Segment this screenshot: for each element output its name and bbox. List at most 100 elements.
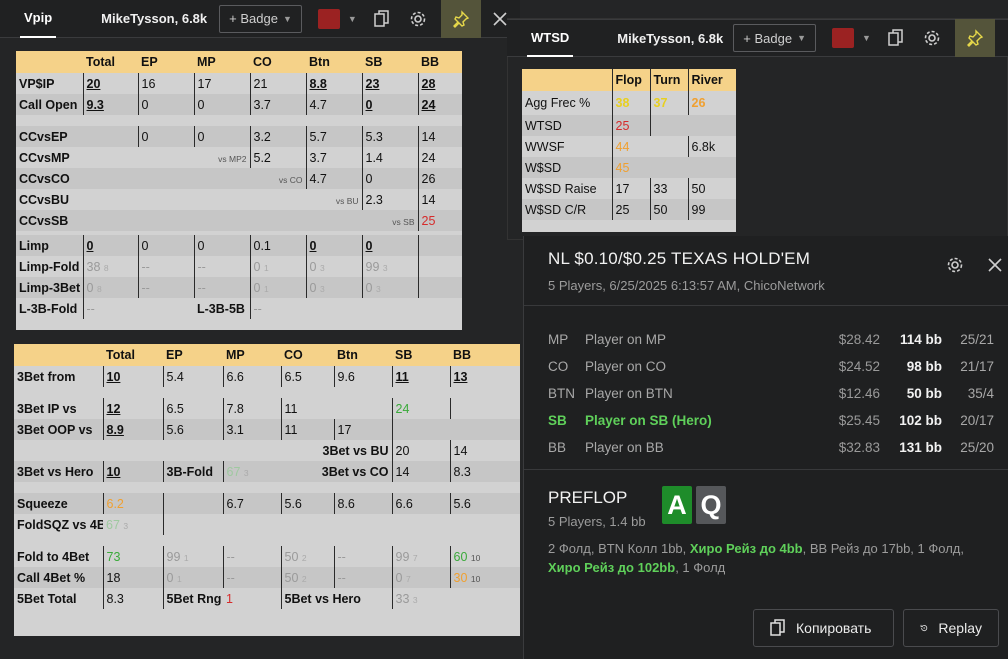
- stat-cell[interactable]: 0: [361, 235, 418, 256]
- stat-cell[interactable]: 6.6: [391, 493, 450, 514]
- color-picker[interactable]: ▼: [317, 8, 357, 29]
- stat-cell[interactable]: 3.7: [305, 147, 362, 168]
- stat-cell[interactable]: 5.7: [305, 126, 362, 147]
- stat-cell[interactable]: 3.2: [249, 126, 306, 147]
- stat-cell[interactable]: 17: [333, 419, 392, 440]
- stat-cell[interactable]: 0: [305, 235, 362, 256]
- stat-cell[interactable]: 5.6: [162, 419, 223, 440]
- stat-cell[interactable]: 14: [417, 126, 462, 147]
- stat-cell[interactable]: 50: [649, 199, 688, 220]
- gear-icon[interactable]: [405, 6, 431, 32]
- stat-cell[interactable]: 6.8k: [687, 136, 736, 157]
- stat-cell[interactable]: 28: [417, 73, 462, 94]
- stat-cell[interactable]: --: [222, 546, 281, 567]
- stat-cell[interactable]: 99: [687, 199, 736, 220]
- stat-cell[interactable]: 67 3: [103, 514, 163, 535]
- stat-cell[interactable]: --: [82, 298, 138, 319]
- stat-cell[interactable]: 10: [102, 366, 163, 387]
- stat-cell[interactable]: 4.7: [305, 168, 362, 189]
- stat-cell[interactable]: 12: [102, 398, 163, 419]
- stat-cell[interactable]: 3.7: [249, 94, 306, 115]
- stat-cell[interactable]: 8.9: [102, 419, 163, 440]
- stat-cell[interactable]: 16: [137, 73, 194, 94]
- stat-cell[interactable]: 18: [102, 567, 163, 588]
- stat-cell[interactable]: 30 10: [449, 567, 520, 588]
- stat-cell[interactable]: 0 1: [162, 567, 223, 588]
- stat-cell[interactable]: 0 1: [249, 277, 306, 298]
- player-row[interactable]: BB Player on BB $32.83 131 bb 25/20: [548, 434, 994, 461]
- replay-button[interactable]: Replay: [903, 609, 999, 647]
- stat-cell[interactable]: 33: [649, 178, 688, 199]
- stat-cell[interactable]: 38: [611, 91, 650, 115]
- stat-cell[interactable]: --: [222, 567, 281, 588]
- stat-cell[interactable]: 0: [361, 168, 418, 189]
- stat-cell[interactable]: 1.4: [361, 147, 418, 168]
- stat-cell[interactable]: 0 8: [82, 277, 138, 298]
- stat-cell[interactable]: 13: [449, 366, 520, 387]
- stat-cell[interactable]: 8.8: [305, 73, 362, 94]
- stat-cell[interactable]: --: [333, 546, 392, 567]
- stat-cell[interactable]: 0 3: [305, 277, 362, 298]
- stat-cell[interactable]: 9.3: [82, 94, 138, 115]
- player-row[interactable]: BTN Player on BTN $12.46 50 bb 35/4: [548, 380, 994, 407]
- stat-cell[interactable]: 60 10: [449, 546, 520, 567]
- pin-icon[interactable]: [440, 0, 481, 38]
- stat-cell[interactable]: 5.2: [249, 147, 306, 168]
- copy-icon[interactable]: [883, 25, 909, 51]
- stat-cell[interactable]: 26: [417, 168, 462, 189]
- stat-cell[interactable]: 6.5: [162, 398, 223, 419]
- stat-cell[interactable]: 7.8: [222, 398, 281, 419]
- stat-cell[interactable]: 44: [611, 136, 650, 157]
- stat-cell[interactable]: 25: [611, 115, 650, 136]
- stat-cell[interactable]: --: [193, 277, 250, 298]
- player-row-hero[interactable]: SB Player on SB (Hero) $25.45 102 bb 20/…: [548, 407, 994, 434]
- stat-cell[interactable]: 0: [193, 94, 250, 115]
- gear-icon[interactable]: [919, 25, 945, 51]
- add-badge-button[interactable]: + Badge ▼: [733, 24, 816, 52]
- stat-cell[interactable]: 38 8: [82, 256, 138, 277]
- stat-cell[interactable]: 4.7: [305, 94, 362, 115]
- stat-cell[interactable]: 20: [391, 440, 450, 461]
- stat-cell[interactable]: --: [249, 298, 306, 319]
- stat-cell[interactable]: 67 3: [222, 461, 281, 482]
- stat-cell[interactable]: 5.3: [361, 126, 418, 147]
- stat-cell[interactable]: 0 3: [305, 256, 362, 277]
- stat-cell[interactable]: 73: [102, 546, 163, 567]
- stat-cell[interactable]: 6.7: [222, 493, 281, 514]
- stat-cell[interactable]: 6.6: [222, 366, 281, 387]
- gear-icon[interactable]: [946, 256, 964, 279]
- stat-cell[interactable]: 25: [417, 210, 462, 231]
- copy-button[interactable]: Копировать: [753, 609, 894, 647]
- stat-cell[interactable]: 26: [687, 91, 736, 115]
- player-row[interactable]: CO Player on CO $24.52 98 bb 21/17: [548, 353, 994, 380]
- stat-cell[interactable]: 5.6: [449, 493, 520, 514]
- stat-cell[interactable]: 0 3: [361, 277, 418, 298]
- copy-icon[interactable]: [369, 6, 395, 32]
- stat-cell[interactable]: 25: [611, 199, 650, 220]
- stat-cell[interactable]: 99 7: [391, 546, 450, 567]
- stat-cell[interactable]: 11: [391, 366, 450, 387]
- stat-cell[interactable]: 0: [361, 94, 418, 115]
- stat-cell[interactable]: 0: [137, 94, 194, 115]
- stat-cell[interactable]: 0 7: [391, 567, 450, 588]
- stat-cell[interactable]: 99 3: [361, 256, 418, 277]
- stat-cell[interactable]: 14: [449, 440, 520, 461]
- pin-icon[interactable]: [954, 19, 995, 57]
- stat-cell[interactable]: 6.5: [280, 366, 334, 387]
- stat-cell[interactable]: 20: [82, 73, 138, 94]
- stat-cell[interactable]: 6.2: [102, 493, 163, 514]
- stat-cell[interactable]: --: [333, 567, 392, 588]
- stat-cell[interactable]: 0: [137, 235, 194, 256]
- stat-cell[interactable]: 50: [687, 178, 736, 199]
- stat-cell[interactable]: 8.6: [333, 493, 392, 514]
- stat-cell[interactable]: 23: [361, 73, 418, 94]
- stat-cell[interactable]: 8.3: [449, 461, 520, 482]
- stat-cell[interactable]: 37: [649, 91, 688, 115]
- stat-cell[interactable]: 1: [223, 588, 281, 609]
- stat-cell[interactable]: 17: [193, 73, 250, 94]
- stat-cell[interactable]: 0: [137, 126, 194, 147]
- stat-cell[interactable]: 45: [611, 157, 650, 178]
- stat-cell[interactable]: 11: [280, 419, 334, 440]
- stat-cell[interactable]: --: [193, 256, 250, 277]
- add-badge-button[interactable]: + Badge ▼: [219, 4, 302, 33]
